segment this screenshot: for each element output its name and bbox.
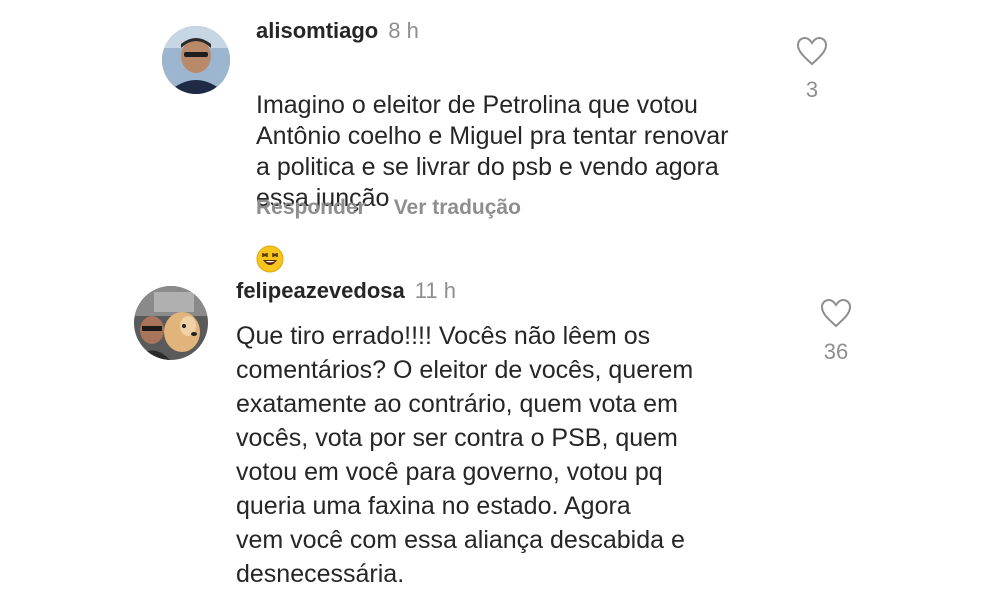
avatar[interactable] (134, 286, 208, 360)
like-count: 36 (823, 339, 849, 364)
heart-icon[interactable] (814, 298, 858, 333)
reply-button[interactable]: Responder (256, 196, 366, 219)
avatar[interactable] (162, 26, 230, 94)
username[interactable]: felipeazevedosa (236, 278, 405, 303)
comment-header: felipeazevedosa 11 h (236, 278, 456, 304)
timestamp: 8 h (388, 18, 419, 43)
heart-icon[interactable] (790, 36, 834, 71)
comment-text: Que tiro errado!!!! Vocês não lêem os co… (236, 322, 694, 588)
timestamp: 11 h (414, 278, 456, 303)
username[interactable]: alisomtiago (256, 18, 378, 43)
comment-header: alisomtiago 8 h (256, 18, 419, 44)
comment-1: alisomtiago 8 h Imagino o eleitor de Petr… (0, 0, 1000, 273)
translate-button[interactable]: Ver tradução (394, 196, 521, 219)
like-count: 3 (805, 77, 819, 102)
like-control: 36 (814, 298, 858, 365)
comment-text-container: Imagino o eleitor de Petrolina que votou… (256, 59, 796, 281)
comment-2: felipeazevedosa 11 h Que tiro errado!!!! … (0, 250, 1000, 600)
like-control: 3 (790, 36, 834, 103)
comment-actions: Responder Ver tradução (256, 196, 549, 220)
comment-text: Imagino o eleitor de Petrolina que votou… (256, 91, 729, 212)
